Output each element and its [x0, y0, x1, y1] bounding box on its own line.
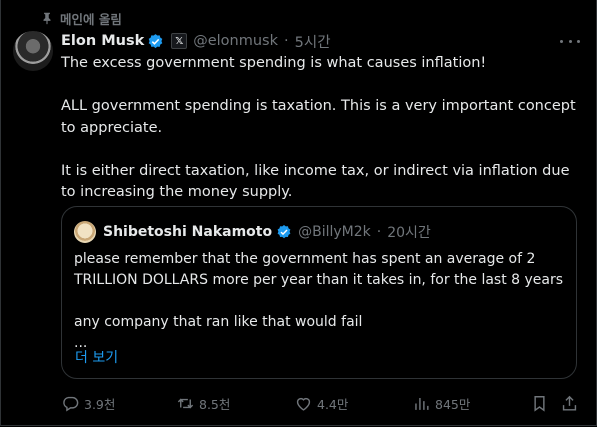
bookmark-button[interactable]	[530, 392, 549, 414]
more-options-icon[interactable]	[560, 33, 580, 49]
verified-badge-icon[interactable]	[147, 33, 164, 50]
tweet-text: The excess government spending is what c…	[61, 53, 581, 225]
author-name[interactable]: Elon Musk	[61, 33, 144, 49]
quote-text: please remember that the government has …	[74, 249, 569, 354]
pinned-label: 메인에 올림	[60, 11, 122, 27]
pin-icon	[43, 12, 51, 25]
quote-paragraph-1: please remember that the government has …	[74, 251, 564, 288]
heart-icon	[296, 397, 311, 411]
share-icon	[562, 395, 577, 411]
pinned-indicator: 메인에 올림	[40, 9, 122, 27]
action-bar: 3.9천 8.5천 4.4만 845만	[61, 392, 581, 414]
repost-count: 8.5천	[199, 396, 231, 412]
tweet-paragraph-1: The excess government spending is what c…	[61, 55, 487, 71]
tweet-time[interactable]: 5시간	[295, 31, 331, 52]
like-button[interactable]: 4.4만	[294, 392, 348, 414]
separator-dot: ·	[284, 33, 289, 49]
views-button[interactable]: 845만	[412, 392, 470, 414]
quote-paragraph-3: ...	[74, 335, 88, 351]
tweet-paragraph-3: It is either direct taxation, like incom…	[61, 162, 570, 201]
separator-dot: ·	[376, 224, 382, 240]
share-button[interactable]	[560, 392, 579, 414]
tweet-header: Elon Musk 𝕏 @elonmusk · 5시간	[61, 31, 331, 51]
reply-count: 3.9천	[84, 396, 116, 412]
quote-author-name[interactable]: Shibetoshi Nakamoto	[103, 224, 272, 240]
tweet-paragraph-2: ALL government spending is taxation. Thi…	[61, 98, 576, 136]
quote-paragraph-2: any company that ran like that would fai…	[74, 314, 363, 330]
x-affiliation-icon[interactable]: 𝕏	[171, 33, 188, 49]
repost-icon	[177, 398, 194, 408]
quote-author-handle: @BillyM2k	[298, 224, 371, 240]
quote-time: 20시간	[387, 225, 431, 241]
views-chart-icon	[415, 397, 429, 410]
verified-badge-icon	[277, 225, 291, 239]
quoted-tweet[interactable]: Shibetoshi Nakamoto @BillyM2k · 20시간 ple…	[61, 206, 577, 379]
author-handle[interactable]: @elonmusk	[193, 33, 278, 49]
quote-header: Shibetoshi Nakamoto @BillyM2k · 20시간	[103, 221, 431, 243]
quote-author-avatar[interactable]	[74, 221, 96, 243]
repost-button[interactable]: 8.5천	[176, 392, 230, 414]
reply-button[interactable]: 3.9천	[61, 392, 115, 414]
bookmark-icon	[534, 395, 545, 412]
show-more-link[interactable]: 더 보기	[75, 347, 118, 367]
view-count: 845만	[435, 396, 471, 412]
like-count: 4.4만	[317, 396, 349, 412]
author-avatar[interactable]	[13, 31, 53, 71]
reply-icon	[63, 396, 79, 412]
